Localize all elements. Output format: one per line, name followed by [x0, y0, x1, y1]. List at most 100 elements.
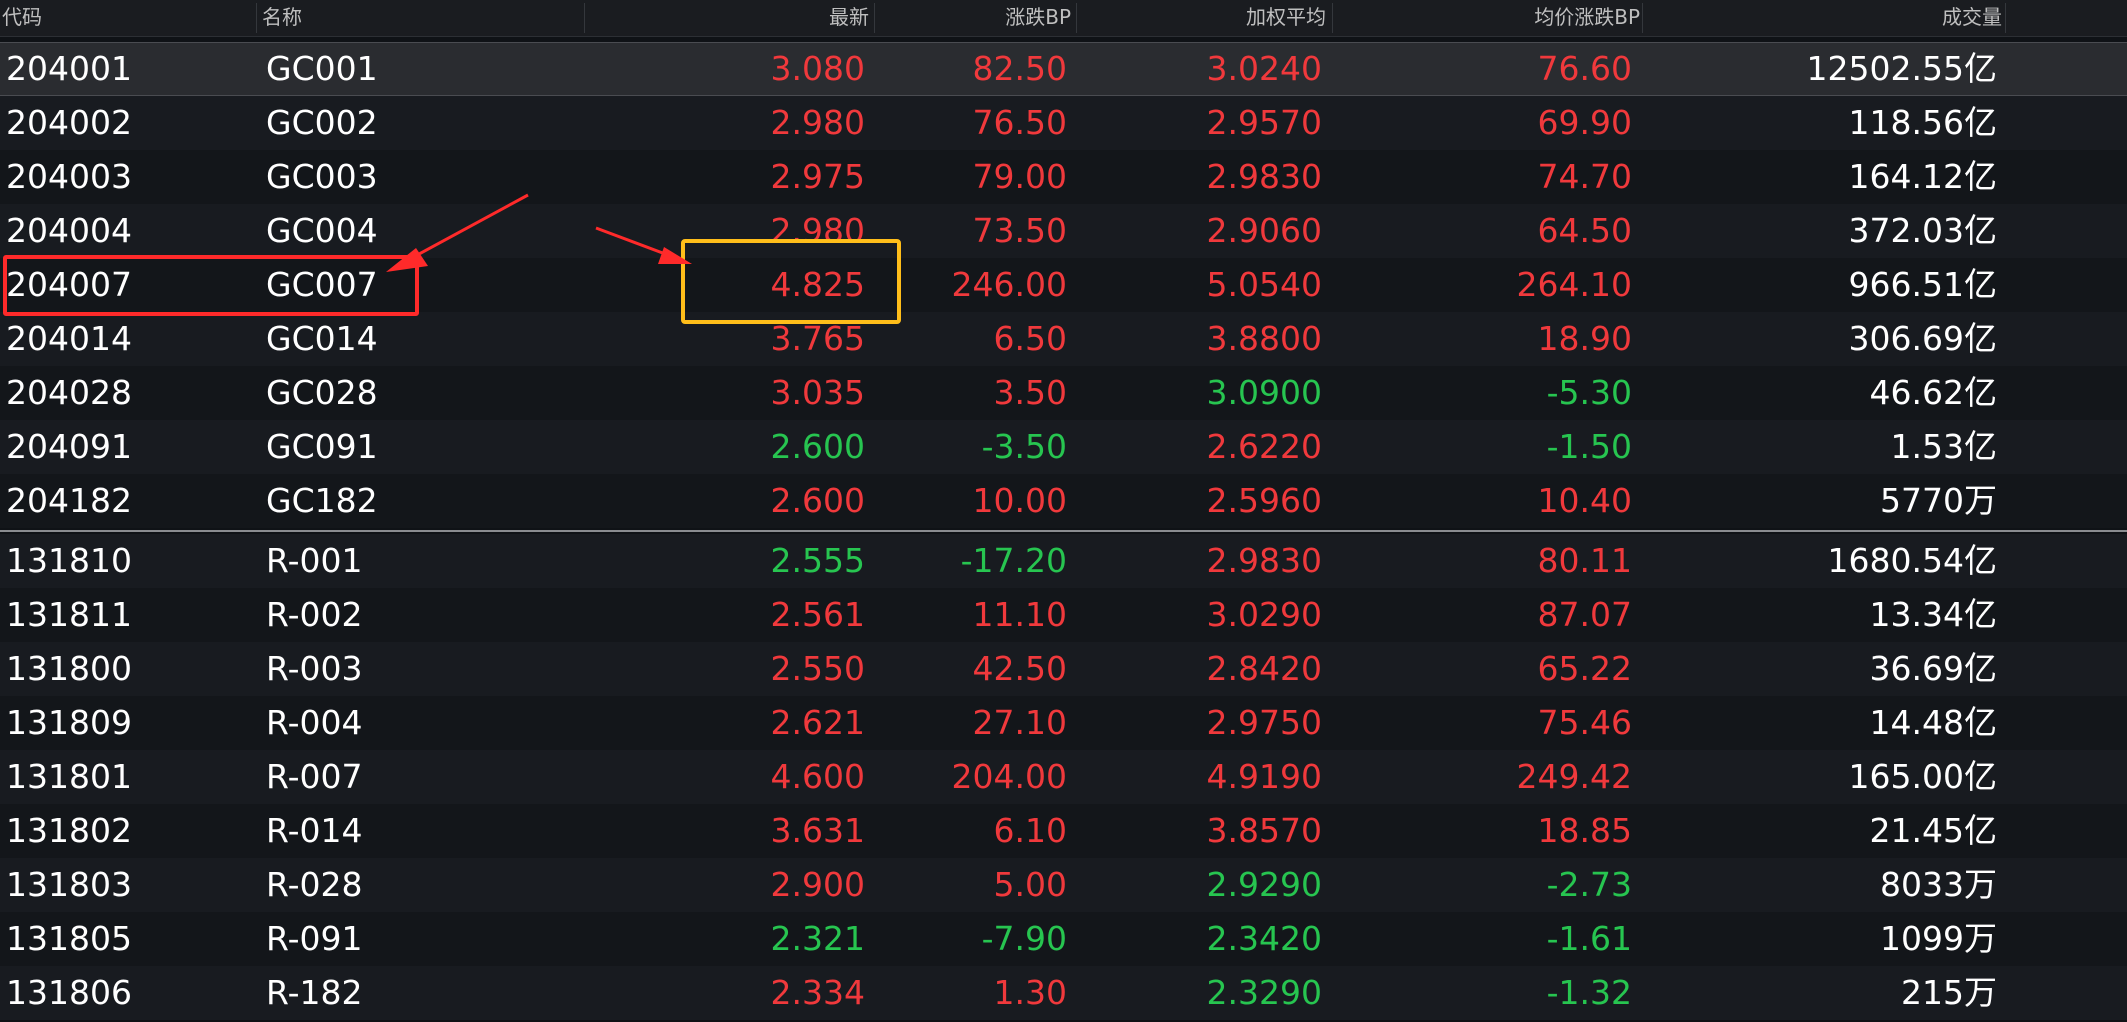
avg-change-bp-cell: 74.70 [1537, 157, 1632, 196]
avg-change-bp-cell: 69.90 [1537, 103, 1632, 142]
avg-change-bp-cell: 10.40 [1537, 481, 1632, 520]
name-cell: GC028 [266, 373, 378, 412]
volume-cell: 306.69亿 [1848, 319, 1997, 358]
header-weighted-avg[interactable]: 加权平均 [1246, 0, 1326, 36]
name-cell: GC182 [266, 481, 378, 520]
weighted-avg-cell: 2.9060 [1206, 211, 1322, 250]
change-bp-cell: 3.50 [993, 373, 1067, 412]
volume-cell: 1680.54亿 [1827, 541, 1997, 580]
avg-change-bp-cell: -1.50 [1546, 427, 1632, 466]
volume-cell: 5770万 [1880, 481, 1997, 520]
column-divider[interactable] [584, 3, 585, 33]
name-cell: GC091 [266, 427, 378, 466]
code-cell: 131802 [6, 811, 132, 850]
change-bp-cell: 42.50 [972, 649, 1067, 688]
weighted-avg-cell: 3.0240 [1206, 49, 1322, 88]
code-cell: 131801 [6, 757, 132, 796]
header-volume[interactable]: 成交量 [1942, 0, 2002, 36]
avg-change-bp-cell: -5.30 [1546, 373, 1632, 412]
table-row[interactable]: 131803 R-028 2.900 5.00 2.9290 -2.73 8033万 [0, 858, 2127, 912]
change-bp-cell: -7.90 [981, 919, 1067, 958]
name-cell: R-007 [266, 757, 363, 796]
weighted-avg-cell: 2.9750 [1206, 703, 1322, 742]
code-cell: 204003 [6, 157, 132, 196]
name-cell: R-004 [266, 703, 363, 742]
avg-change-bp-cell: 18.85 [1537, 811, 1632, 850]
code-cell: 204091 [6, 427, 132, 466]
change-bp-cell: 76.50 [972, 103, 1067, 142]
latest-price-cell: 2.975 [770, 157, 865, 196]
volume-cell: 36.69亿 [1869, 649, 1997, 688]
avg-change-bp-cell: 64.50 [1537, 211, 1632, 250]
table-row[interactable]: 131811 R-002 2.561 11.10 3.0290 87.07 13.34亿 [0, 588, 2127, 642]
header-name[interactable]: 名称 [262, 0, 302, 36]
change-bp-cell: -17.20 [960, 541, 1067, 580]
volume-cell: 12502.55亿 [1806, 49, 1997, 88]
name-cell: R-002 [266, 595, 363, 634]
weighted-avg-cell: 4.9190 [1206, 757, 1322, 796]
change-bp-cell: 11.10 [972, 595, 1067, 634]
code-cell: 204028 [6, 373, 132, 412]
weighted-avg-cell: 2.5960 [1206, 481, 1322, 520]
weighted-avg-cell: 3.0290 [1206, 595, 1322, 634]
table-row[interactable]: 131802 R-014 3.631 6.10 3.8570 18.85 21.45亿 [0, 804, 2127, 858]
header-avg-change-bp[interactable]: 均价涨跌BP [1534, 0, 1640, 36]
latest-price-cell: 2.600 [770, 427, 865, 466]
table-row[interactable]: 204182 GC182 2.600 10.00 2.5960 10.40 5770万 [0, 474, 2127, 528]
code-cell: 204001 [6, 49, 132, 88]
table-row[interactable]: 204091 GC091 2.600 -3.50 2.6220 -1.50 1.53亿 [0, 420, 2127, 474]
weighted-avg-cell: 2.9830 [1206, 541, 1322, 580]
volume-cell: 1099万 [1880, 919, 1997, 958]
weighted-avg-cell: 2.9830 [1206, 157, 1322, 196]
weighted-avg-cell: 3.8800 [1206, 319, 1322, 358]
table-row[interactable]: 131810 R-001 2.555 -17.20 2.9830 80.11 1680.54… [0, 534, 2127, 588]
column-divider[interactable] [1642, 3, 1643, 33]
table-row[interactable]: 204028 GC028 3.035 3.50 3.0900 -5.30 46.62亿 [0, 366, 2127, 420]
latest-price-cell: 2.555 [770, 541, 865, 580]
avg-change-bp-cell: 264.10 [1516, 265, 1632, 304]
name-cell: R-028 [266, 865, 363, 904]
header-latest[interactable]: 最新 [829, 0, 869, 36]
column-divider[interactable] [1076, 3, 1077, 33]
column-divider[interactable] [1332, 3, 1333, 33]
change-bp-cell: 246.00 [951, 265, 1067, 304]
column-divider[interactable] [256, 3, 257, 33]
latest-price-cell: 2.900 [770, 865, 865, 904]
table-row[interactable]: 131805 R-091 2.321 -7.90 2.3420 -1.61 1099万 [0, 912, 2127, 966]
change-bp-cell: 1.30 [993, 973, 1067, 1012]
column-divider[interactable] [2005, 3, 2006, 33]
table-row[interactable]: 204014 GC014 3.765 6.50 3.8800 18.90 306.69亿 [0, 312, 2127, 366]
latest-price-cell: 3.080 [770, 49, 865, 88]
table-row[interactable]: 204004 GC004 2.980 73.50 2.9060 64.50 372.03亿 [0, 204, 2127, 258]
table-row[interactable]: 131801 R-007 4.600 204.00 4.9190 249.42 165.00… [0, 750, 2127, 804]
header-code[interactable]: 代码 [2, 0, 42, 36]
weighted-avg-cell: 2.3290 [1206, 973, 1322, 1012]
code-cell: 131800 [6, 649, 132, 688]
table-row[interactable]: 131806 R-182 2.334 1.30 2.3290 -1.32 215万 [0, 966, 2127, 1020]
change-bp-cell: 73.50 [972, 211, 1067, 250]
weighted-avg-cell: 3.0900 [1206, 373, 1322, 412]
latest-price-cell: 2.600 [770, 481, 865, 520]
volume-cell: 14.48亿 [1869, 703, 1997, 742]
table-row[interactable]: 131800 R-003 2.550 42.50 2.8420 65.22 36.69亿 [0, 642, 2127, 696]
column-divider[interactable] [874, 3, 875, 33]
highlight-box-latest-price [681, 239, 901, 324]
table-row[interactable]: 204001 GC001 3.080 82.50 3.0240 76.60 12502.55… [0, 42, 2127, 96]
table-row[interactable]: 204003 GC003 2.975 79.00 2.9830 74.70 164.12亿 [0, 150, 2127, 204]
code-cell: 204182 [6, 481, 132, 520]
weighted-avg-cell: 2.9570 [1206, 103, 1322, 142]
volume-cell: 46.62亿 [1869, 373, 1997, 412]
volume-cell: 8033万 [1880, 865, 1997, 904]
header-change-bp[interactable]: 涨跌BP [1005, 0, 1071, 36]
avg-change-bp-cell: 75.46 [1537, 703, 1632, 742]
name-cell: GC002 [266, 103, 378, 142]
name-cell: GC001 [266, 49, 378, 88]
code-cell: 131811 [6, 595, 132, 634]
table-row[interactable]: 204002 GC002 2.980 76.50 2.9570 69.90 118.56亿 [0, 96, 2127, 150]
change-bp-cell: 5.00 [993, 865, 1067, 904]
latest-price-cell: 2.621 [770, 703, 865, 742]
avg-change-bp-cell: 249.42 [1516, 757, 1632, 796]
code-cell: 131803 [6, 865, 132, 904]
name-cell: R-182 [266, 973, 363, 1012]
table-row[interactable]: 131809 R-004 2.621 27.10 2.9750 75.46 14.48亿 [0, 696, 2127, 750]
